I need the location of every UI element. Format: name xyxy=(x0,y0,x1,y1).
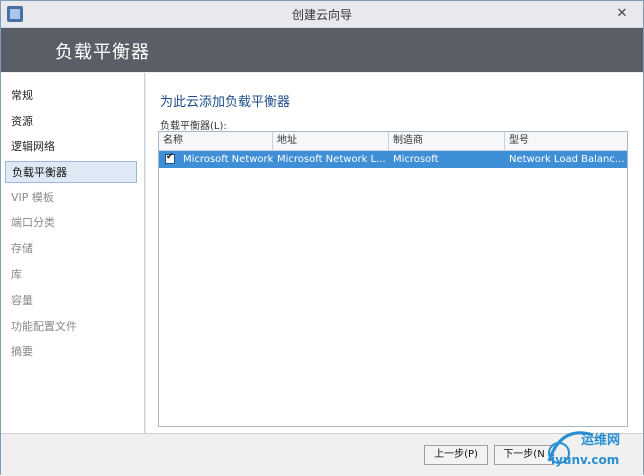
table-row[interactable]: Microsoft Network Microsoft Network L...… xyxy=(159,151,627,168)
sidebar-item-logical-networks[interactable]: 逻辑网络 xyxy=(11,136,55,158)
column-header-model[interactable]: 型号 xyxy=(505,132,627,150)
main-panel: 为此云添加负载平衡器 负载平衡器(L): 名称 地址 制造商 型号 Micros… xyxy=(146,73,643,433)
sidebar-item-vip-templates: VIP 模板 xyxy=(11,191,54,204)
watermark-brand: 运维网 xyxy=(581,433,621,448)
sidebar-item-port-classifications: 端口分类 xyxy=(11,216,55,229)
previous-button[interactable]: 上一步(P) xyxy=(424,445,488,465)
load-balancer-table: 名称 地址 制造商 型号 Microsoft Network Microsoft… xyxy=(158,131,628,427)
row-checkbox[interactable] xyxy=(165,152,175,164)
column-header-name[interactable]: 名称 xyxy=(159,132,273,150)
table-header: 名称 地址 制造商 型号 xyxy=(159,132,627,151)
sidebar-item-general[interactable]: 常规 xyxy=(11,85,33,107)
site-watermark: 运维网 iyunv.com xyxy=(541,413,641,473)
sidebar-item-storage: 存储 xyxy=(11,242,33,255)
wizard-steps-sidebar: 常规 资源 逻辑网络 负载平衡器 VIP 模板 端口分类 存储 库 容量 功能配… xyxy=(1,73,145,433)
wizard-window: 创建云向导 ✕ 负载平衡器 常规 资源 逻辑网络 负载平衡器 VIP 模板 端口… xyxy=(0,0,644,476)
window-title: 创建云向导 xyxy=(291,8,352,22)
cell-manufacturer: Microsoft xyxy=(393,154,439,165)
column-header-address[interactable]: 地址 xyxy=(273,132,389,150)
sidebar-item-resources[interactable]: 资源 xyxy=(11,111,33,133)
cell-model: Network Load Balanc... xyxy=(509,154,625,165)
column-header-manufacturer[interactable]: 制造商 xyxy=(389,132,505,150)
watermark-site: iyunv.com xyxy=(551,453,620,467)
cell-name: Microsoft Network xyxy=(183,154,273,165)
section-title: 为此云添加负载平衡器 xyxy=(160,95,291,110)
page-header: 负载平衡器 xyxy=(1,28,643,72)
sidebar-item-load-balancers[interactable]: 负载平衡器 xyxy=(5,161,137,183)
title-bar: 创建云向导 ✕ xyxy=(1,1,643,28)
sidebar-item-library: 库 xyxy=(11,268,22,281)
cell-address: Microsoft Network L... xyxy=(277,154,386,165)
sidebar-item-summary: 摘要 xyxy=(11,345,33,358)
page-title: 负载平衡器 xyxy=(55,42,150,63)
sidebar-item-capacity: 容量 xyxy=(11,294,33,307)
sidebar-item-capability-profiles: 功能配置文件 xyxy=(11,320,77,333)
load-balancer-list-label: 负载平衡器(L): xyxy=(160,121,227,132)
close-button[interactable]: ✕ xyxy=(611,4,633,24)
